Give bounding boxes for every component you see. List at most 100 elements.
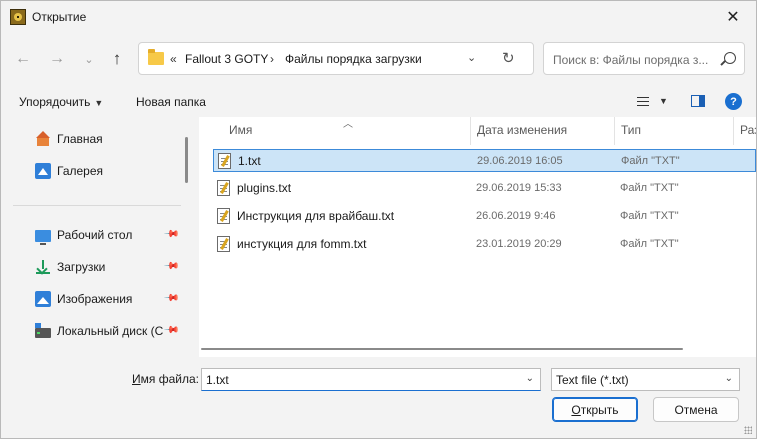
open-accesskey: О [571,402,581,417]
filename-label: Имя файла: [132,372,199,386]
refresh-icon[interactable]: ↻ [502,49,515,67]
file-row[interactable]: plugins.txt 29.06.2019 15:33 Файл "TXT" [213,177,756,200]
text-file-icon [218,153,231,169]
nav-item-label: Локальный диск (C [57,324,164,338]
organize-button[interactable]: Упорядочить ▼ [19,95,103,109]
breadcrumb-separator[interactable]: › [270,52,274,66]
back-button[interactable]: ← [11,45,35,73]
address-bar[interactable]: « Fallout 3 GOTY › Файлы порядка загрузк… [138,42,534,75]
search-placeholder: Поиск в: Файлы порядка з... [553,53,709,67]
nav-item-images[interactable]: Изображения [35,289,165,309]
pin-icon[interactable]: 📌 [163,322,180,339]
text-file-icon [217,180,230,196]
file-row[interactable]: инстукция для fomm.txt 23.01.2019 20:29 … [213,233,756,256]
chevron-down-icon: ▼ [94,98,104,108]
column-header-size[interactable]: Раз [740,123,756,137]
open-file-dialog: Открытие ✕ ← → ⌄ ↑ « Fallout 3 GOTY › Фа… [0,0,757,439]
close-button[interactable]: ✕ [710,1,756,33]
pin-icon[interactable]: 📌 [163,258,180,275]
arrow-right-icon: → [49,50,65,67]
nav-item-label: Загрузки [57,260,106,274]
search-input[interactable]: Поиск в: Файлы порядка з... [543,42,745,75]
resize-grip[interactable] [744,426,752,434]
forward-button[interactable]: → [45,45,69,73]
file-type: Файл "TXT" [620,182,679,194]
column-header-date[interactable]: Дата изменения [477,123,567,137]
chevron-down-icon: ⌄ [84,53,94,66]
column-header-name[interactable]: Имя [229,123,252,137]
nav-scrollbar[interactable] [185,137,188,183]
file-type: Файл "TXT" [620,238,679,250]
nav-item-label: Главная [57,132,103,146]
file-date: 23.01.2019 20:29 [476,238,562,250]
chevron-down-icon: ⌄ [724,373,733,384]
horizontal-scrollbar[interactable] [201,348,683,350]
sort-ascending-icon: ︿ [343,119,353,130]
new-folder-button[interactable]: Новая папка [136,95,206,109]
view-menu-icon[interactable] [637,97,649,106]
file-date: 29.06.2019 16:05 [477,155,563,167]
file-type: Файл "TXT" [621,155,680,167]
open-button[interactable]: Открыть [552,397,638,422]
text-file-icon [217,236,230,252]
nav-item-label: Рабочий стол [57,228,133,242]
column-divider[interactable] [733,117,734,145]
file-name: 1.txt [238,154,261,168]
filename-label-accesskey: И [132,372,141,386]
nav-item-downloads[interactable]: Загрузки [35,257,165,277]
column-divider[interactable] [470,117,471,145]
nav-item-label: Изображения [57,292,133,306]
title-bar[interactable]: Открытие ✕ [1,1,756,33]
address-dropdown-chevron-icon[interactable]: ⌄ [467,51,476,64]
column-divider[interactable] [614,117,615,145]
window-title: Открытие [32,10,87,24]
column-header-type[interactable]: Тип [621,123,641,137]
file-name: инстукция для fomm.txt [237,237,367,251]
preview-pane-icon[interactable] [691,95,705,107]
organize-label: Упорядочить [19,95,91,109]
file-name: Инструкция для врайбаш.txt [237,209,395,223]
pin-icon[interactable]: 📌 [163,290,180,307]
nav-item-desktop[interactable]: Рабочий стол [35,225,165,245]
search-icon [724,52,736,64]
up-button[interactable]: ↑ [105,45,129,73]
breadcrumb-overflow[interactable]: « [170,52,177,66]
file-date: 26.06.2019 9:46 [476,210,556,222]
home-icon [35,131,51,147]
folder-icon [148,49,164,65]
images-icon [35,291,51,307]
recent-locations-button[interactable]: ⌄ [77,45,101,73]
nav-item-local-disk[interactable]: Локальный диск (C [35,321,165,341]
file-list: ︿ Имя Дата изменения Тип Раз 1.txt 29.06… [199,117,756,357]
chevron-down-icon[interactable]: ⌄ [526,373,534,384]
breadcrumb-item-current[interactable]: Файлы порядка загрузки [285,52,422,66]
close-icon: ✕ [726,9,740,26]
arrow-left-icon: ← [15,50,31,67]
nav-item-home[interactable]: Главная [35,129,165,149]
desktop-icon [35,229,51,245]
nav-item-label: Галерея [57,164,104,178]
file-type-value: Text file (*.txt) [556,373,629,387]
nav-item-gallery[interactable]: Галерея [35,161,165,181]
filename-input[interactable]: 1.txt ⌄ [201,368,541,391]
help-icon[interactable]: ? [725,93,742,110]
filename-label-text: мя файла: [140,372,199,386]
view-chevron-icon[interactable]: ▼ [659,96,668,106]
file-name: plugins.txt [237,181,292,195]
pin-icon[interactable]: 📌 [163,226,180,243]
downloads-icon [35,259,51,275]
gallery-icon [35,163,51,179]
file-row[interactable]: 1.txt 29.06.2019 16:05 Файл "TXT" [213,149,756,172]
text-file-icon [217,208,230,224]
navigation-pane: Главная Галерея Рабочий стол 📌 Загрузки … [1,117,197,357]
cancel-button[interactable]: Отмена [653,397,739,422]
filename-value: 1.txt [206,373,229,387]
file-type: Файл "TXT" [620,210,679,222]
open-label: ткрыть [580,402,619,417]
arrow-up-icon: ↑ [112,49,122,68]
nav-divider [13,205,181,206]
breadcrumb-item-fallout[interactable]: Fallout 3 GOTY [185,52,268,66]
file-type-select[interactable]: Text file (*.txt) ⌄ [551,368,740,391]
app-icon [10,9,26,25]
file-row[interactable]: Инструкция для врайбаш.txt 26.06.2019 9:… [213,205,756,228]
